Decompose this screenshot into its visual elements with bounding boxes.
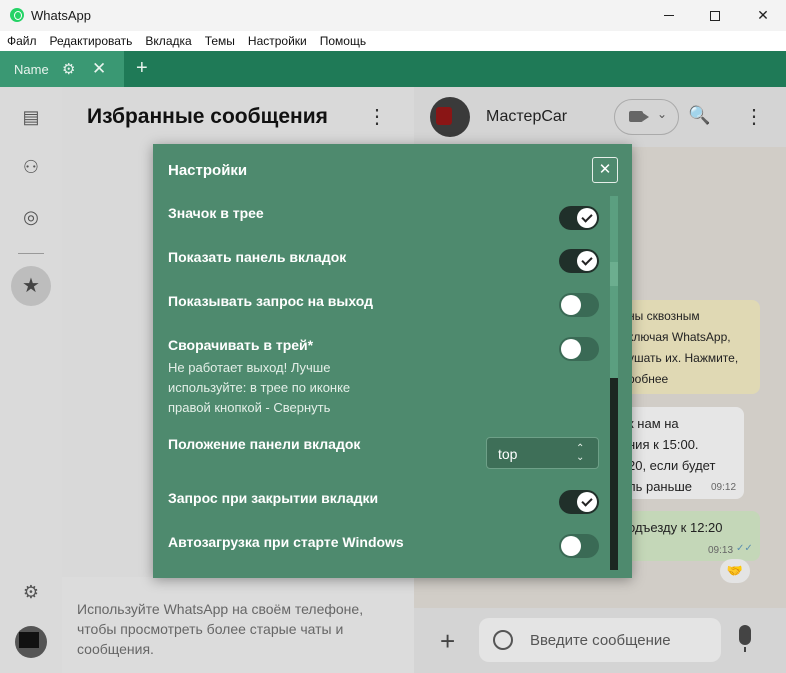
menu-file[interactable]: Файл bbox=[7, 31, 37, 51]
message-input[interactable]: Введите сообщение bbox=[479, 618, 721, 662]
message-time: 09:13 bbox=[708, 545, 734, 556]
toggle-knob bbox=[561, 295, 581, 315]
read-receipt-icon: ✓✓ bbox=[736, 543, 753, 554]
gear-icon[interactable]: ⚙ bbox=[62, 60, 75, 78]
emoji-icon[interactable] bbox=[493, 630, 513, 650]
video-call-button[interactable]: ⌄ bbox=[614, 99, 679, 135]
menu-help[interactable]: Помощь bbox=[320, 31, 366, 51]
message-text: одъезду к 12:20 bbox=[628, 520, 723, 535]
message-input-placeholder: Введите сообщение bbox=[530, 632, 671, 649]
communities-icon[interactable]: ⚇ bbox=[18, 154, 44, 180]
select-updown-icon: ⌃ ⌄ bbox=[576, 443, 585, 463]
scrollbar-thumb[interactable] bbox=[610, 196, 618, 378]
window-title: WhatsApp bbox=[31, 8, 91, 23]
settings-dialog: Настройки ✕ Значок в трее Показать панел… bbox=[153, 144, 632, 578]
add-tab-button[interactable]: + bbox=[136, 57, 148, 80]
minimize-icon bbox=[664, 15, 674, 16]
whatsapp-logo-icon bbox=[10, 8, 24, 22]
setting-autostart-toggle[interactable] bbox=[559, 534, 599, 558]
message-bubble-outgoing[interactable]: одъезду к 12:20 09:13 ✓✓ bbox=[620, 511, 760, 561]
setting-show-tabbar-label: Показать панель вкладок bbox=[168, 249, 347, 265]
dialog-scrollbar[interactable] bbox=[610, 196, 618, 570]
microphone-icon[interactable] bbox=[739, 625, 751, 652]
video-camera-icon bbox=[629, 111, 649, 122]
toggle-knob bbox=[561, 536, 581, 556]
settings-gear-icon[interactable]: ⚙ bbox=[18, 579, 44, 605]
attach-plus-icon[interactable]: + bbox=[440, 626, 455, 657]
chat-header: МастерCar ⌄ 🔍 ⋮ bbox=[414, 87, 786, 147]
footer-text: Используйте WhatsApp на своём телефоне, … bbox=[77, 601, 364, 657]
more-options-icon[interactable]: ⋮ bbox=[367, 104, 387, 129]
maximize-icon bbox=[710, 10, 720, 21]
minimize-button[interactable] bbox=[646, 0, 692, 31]
setting-tray-icon-toggle[interactable] bbox=[559, 206, 599, 230]
message-bubble[interactable]: ны сквозным ключая WhatsApp, ушать их. Н… bbox=[620, 300, 760, 394]
tabbar-position-select[interactable]: top ⌃ ⌄ bbox=[486, 437, 599, 469]
menu-settings[interactable]: Настройки bbox=[248, 31, 307, 51]
settings-title: Настройки bbox=[168, 162, 248, 179]
toggle-knob bbox=[577, 208, 597, 228]
toggle-knob bbox=[577, 492, 597, 512]
chats-icon[interactable]: ▤ bbox=[18, 104, 44, 130]
message-text: ны сквозным ключая WhatsApp, ушать их. Н… bbox=[628, 309, 739, 386]
tab-bar: Name ⚙ ✕ + bbox=[0, 51, 786, 87]
setting-tray-icon-label: Значок в трее bbox=[168, 205, 264, 221]
title-bar: WhatsApp ✕ bbox=[0, 0, 786, 31]
setting-close-tab-prompt-toggle[interactable] bbox=[559, 490, 599, 514]
message-reaction[interactable]: 🤝 bbox=[720, 559, 750, 583]
profile-avatar[interactable] bbox=[15, 626, 47, 658]
rail-divider bbox=[18, 253, 44, 254]
setting-close-tab-prompt-label: Запрос при закрытии вкладки bbox=[168, 490, 379, 506]
message-time: 09:12 bbox=[711, 482, 737, 493]
chat-list-footer: Используйте WhatsApp на своём телефоне, … bbox=[62, 577, 414, 673]
close-dialog-button[interactable]: ✕ bbox=[592, 157, 618, 183]
setting-minimize-tray-toggle[interactable] bbox=[559, 337, 599, 361]
chat-list-title: Избранные сообщения bbox=[87, 105, 328, 128]
setting-autostart-label: Автозагрузка при старте Windows bbox=[168, 534, 404, 550]
setting-minimize-tray-label: Сворачивать в трей* bbox=[168, 337, 314, 353]
setting-exit-prompt-toggle[interactable] bbox=[559, 293, 599, 317]
contact-name[interactable]: МастерCar bbox=[486, 108, 567, 126]
composer-bar: + Введите сообщение bbox=[414, 608, 786, 673]
toggle-knob bbox=[561, 339, 581, 359]
menu-edit[interactable]: Редактировать bbox=[50, 31, 133, 51]
contact-avatar[interactable] bbox=[430, 97, 470, 137]
status-icon[interactable]: ◎ bbox=[18, 204, 44, 230]
menu-tab[interactable]: Вкладка bbox=[145, 31, 191, 51]
nav-rail: ▤ ⚇ ◎ ★ ⚙ bbox=[0, 87, 62, 673]
tab-name[interactable]: Name ⚙ ✕ bbox=[0, 51, 124, 87]
tab-label: Name bbox=[14, 62, 49, 77]
setting-show-tabbar-toggle[interactable] bbox=[559, 249, 599, 273]
toggle-knob bbox=[577, 251, 597, 271]
menu-bar: Файл Редактировать Вкладка Темы Настройк… bbox=[0, 31, 786, 51]
menu-themes[interactable]: Темы bbox=[205, 31, 235, 51]
maximize-button[interactable] bbox=[692, 0, 738, 31]
message-bubble[interactable]: к нам на ния к 15:00. 20, если будет ль … bbox=[620, 407, 744, 499]
select-value: top bbox=[498, 446, 518, 462]
setting-tabbar-position-label: Положение панели вкладок bbox=[168, 436, 361, 452]
close-window-button[interactable]: ✕ bbox=[740, 0, 786, 31]
close-tab-icon[interactable]: ✕ bbox=[92, 59, 106, 79]
message-text: к нам на ния к 15:00. 20, если будет ль … bbox=[628, 416, 716, 494]
chat-menu-icon[interactable]: ⋮ bbox=[744, 104, 764, 129]
setting-minimize-tray-note: Не работает выход! Лучше используйте: в … bbox=[168, 360, 351, 415]
setting-exit-prompt-label: Показывать запрос на выход bbox=[168, 293, 374, 309]
scrollbar-grip bbox=[610, 262, 618, 286]
search-icon[interactable]: 🔍 bbox=[688, 105, 710, 126]
chevron-down-icon: ⌄ bbox=[657, 107, 668, 121]
starred-icon[interactable]: ★ bbox=[11, 266, 51, 306]
